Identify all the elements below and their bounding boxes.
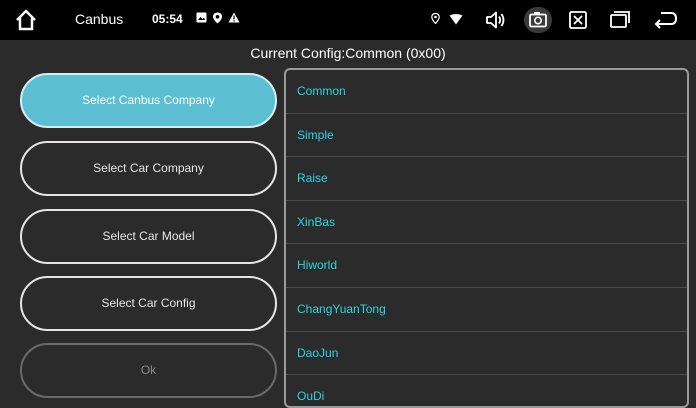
back-icon[interactable] [652, 7, 680, 33]
status-bar: Canbus 05:54 [0, 0, 696, 40]
list-item[interactable]: ChangYuanTong [286, 288, 687, 332]
ok-button[interactable]: Ok [20, 343, 277, 398]
list-item[interactable]: XinBas [286, 201, 687, 245]
list-item[interactable]: DaoJun [286, 332, 687, 376]
home-icon[interactable] [14, 8, 38, 32]
list-item[interactable]: Common [286, 70, 687, 114]
screenshot-icon[interactable] [524, 7, 552, 33]
list-item[interactable]: Raise [286, 157, 687, 201]
close-window-icon[interactable] [564, 7, 592, 33]
volume-icon[interactable] [482, 7, 510, 33]
select-car-model-button[interactable]: Select Car Model [20, 209, 277, 264]
select-canbus-company-button[interactable]: Select Canbus Company [20, 73, 277, 128]
page-title: Current Config:Common (0x00) [250, 45, 446, 61]
app-title: Canbus [75, 11, 124, 27]
list-item[interactable]: OuDi [286, 375, 687, 406]
select-car-config-button[interactable]: Select Car Config [20, 276, 277, 331]
location-notification-icon [212, 12, 223, 24]
list-item[interactable]: Simple [286, 114, 687, 158]
canbus-company-list[interactable]: Common Simple Raise XinBas Hiworld Chang… [284, 68, 689, 408]
list-item[interactable]: Hiworld [286, 244, 687, 288]
select-car-company-button[interactable]: Select Car Company [20, 141, 277, 196]
recent-apps-icon[interactable] [606, 7, 634, 33]
clock: 05:54 [152, 12, 183, 26]
warning-icon [228, 12, 240, 23]
location-status-icon [431, 13, 440, 24]
wifi-icon [449, 14, 463, 25]
image-notification-icon [196, 12, 207, 23]
